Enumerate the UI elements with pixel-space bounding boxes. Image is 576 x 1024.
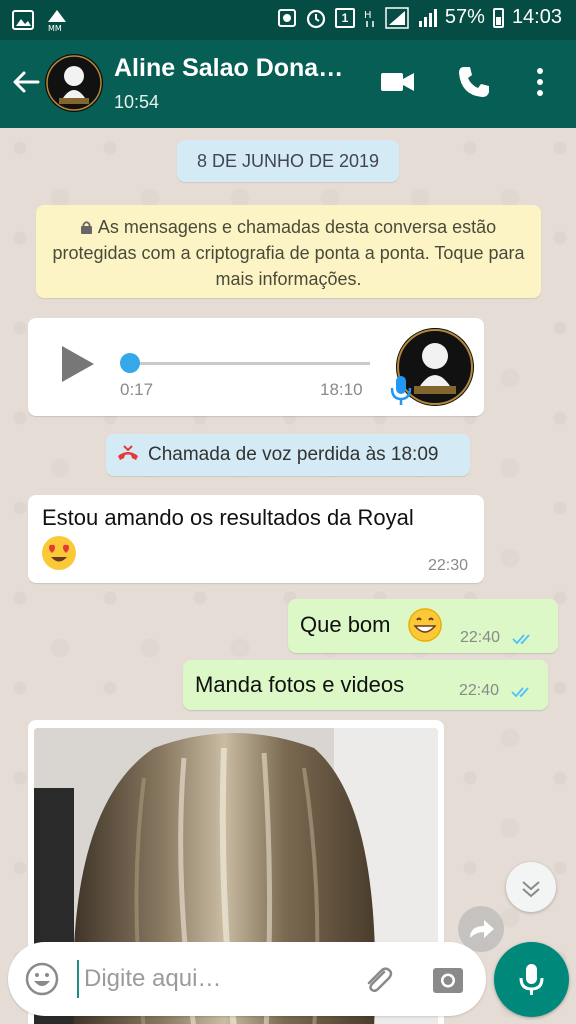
mic-icon	[390, 376, 412, 405]
grinning-emoji	[408, 608, 442, 642]
read-receipt-icon	[511, 687, 529, 698]
data-saver-icon: MM	[48, 10, 66, 32]
status-bar: MM 1 H 57% 14:03	[0, 0, 576, 40]
signal-icon	[418, 8, 437, 27]
audio-seek-thumb[interactable]	[120, 353, 140, 373]
message-text: Estou amando os resultados da Royal	[42, 505, 414, 530]
message-bubble-outgoing[interactable]: Que bom 22:40	[288, 599, 558, 653]
play-icon[interactable]	[62, 346, 94, 382]
audio-message: 0:17 18:10	[28, 318, 484, 416]
missed-call-icon	[118, 445, 138, 460]
lock-icon	[80, 221, 92, 234]
svg-text:MM: MM	[48, 24, 62, 32]
message-time: 22:40	[460, 629, 501, 646]
mic-icon	[519, 964, 544, 995]
date-chip: 8 DE JUNHO DE 2019	[177, 140, 399, 182]
message-time: 22:40	[459, 682, 500, 699]
back-arrow-icon[interactable]	[10, 66, 42, 98]
signal-icon	[385, 6, 409, 29]
message-time: 18:10	[320, 380, 363, 399]
battery-percent: 57%	[444, 6, 485, 28]
chat-header: Aline Salao Dona… 10:54	[0, 40, 576, 128]
contact-name[interactable]: Aline Salao Dona…	[114, 54, 364, 83]
chevron-down-icon	[522, 881, 540, 898]
image-icon	[12, 10, 34, 30]
missed-call-notice[interactable]: Chamada de voz perdida às 18:09	[106, 434, 470, 476]
encryption-notice[interactable]: As mensagens e chamadas desta conversa e…	[36, 205, 541, 298]
message-time: 22:30	[428, 557, 469, 574]
contact-avatar[interactable]	[45, 54, 103, 112]
message-bubble-outgoing[interactable]: Manda fotos e videos 22:40	[183, 660, 548, 710]
chat-area[interactable]: 8 DE JUNHO DE 2019 As mensagens e chamad…	[0, 128, 576, 1024]
video-call-icon[interactable]	[378, 62, 418, 102]
sim-icon: 1	[334, 7, 355, 28]
battery-icon	[492, 7, 504, 28]
recycle-icon	[277, 8, 296, 27]
audio-duration: 0:17	[120, 380, 154, 399]
message-bubble-incoming[interactable]: Estou amando os resultados da Royal 22:3…	[28, 495, 484, 583]
message-input[interactable]	[84, 960, 344, 998]
encryption-text: As mensagens e chamadas desta conversa e…	[52, 217, 525, 289]
more-vert-icon[interactable]	[520, 62, 560, 102]
heart-eyes-emoji	[42, 536, 76, 570]
message-composer	[8, 942, 486, 1016]
alarm-icon	[306, 9, 326, 28]
text-caret	[77, 960, 79, 998]
message-text: Manda fotos e videos	[195, 672, 405, 697]
scroll-to-bottom-button[interactable]	[506, 862, 556, 912]
message-text: Que bom	[300, 612, 391, 637]
voice-record-button[interactable]	[494, 942, 569, 1017]
svg-text:H: H	[364, 10, 372, 21]
h-plus-icon: H	[364, 10, 374, 27]
phone-icon[interactable]	[454, 62, 494, 102]
clock: 14:03	[511, 6, 562, 28]
camera-icon[interactable]	[430, 962, 466, 998]
read-receipt-icon	[512, 634, 530, 645]
emoji-icon[interactable]	[24, 961, 60, 997]
attach-icon[interactable]	[360, 962, 396, 998]
missed-call-text: Chamada de voz perdida às 18:09	[148, 444, 439, 465]
audio-seek-bar[interactable]	[130, 362, 370, 365]
contact-subtitle: 10:54	[114, 92, 160, 112]
